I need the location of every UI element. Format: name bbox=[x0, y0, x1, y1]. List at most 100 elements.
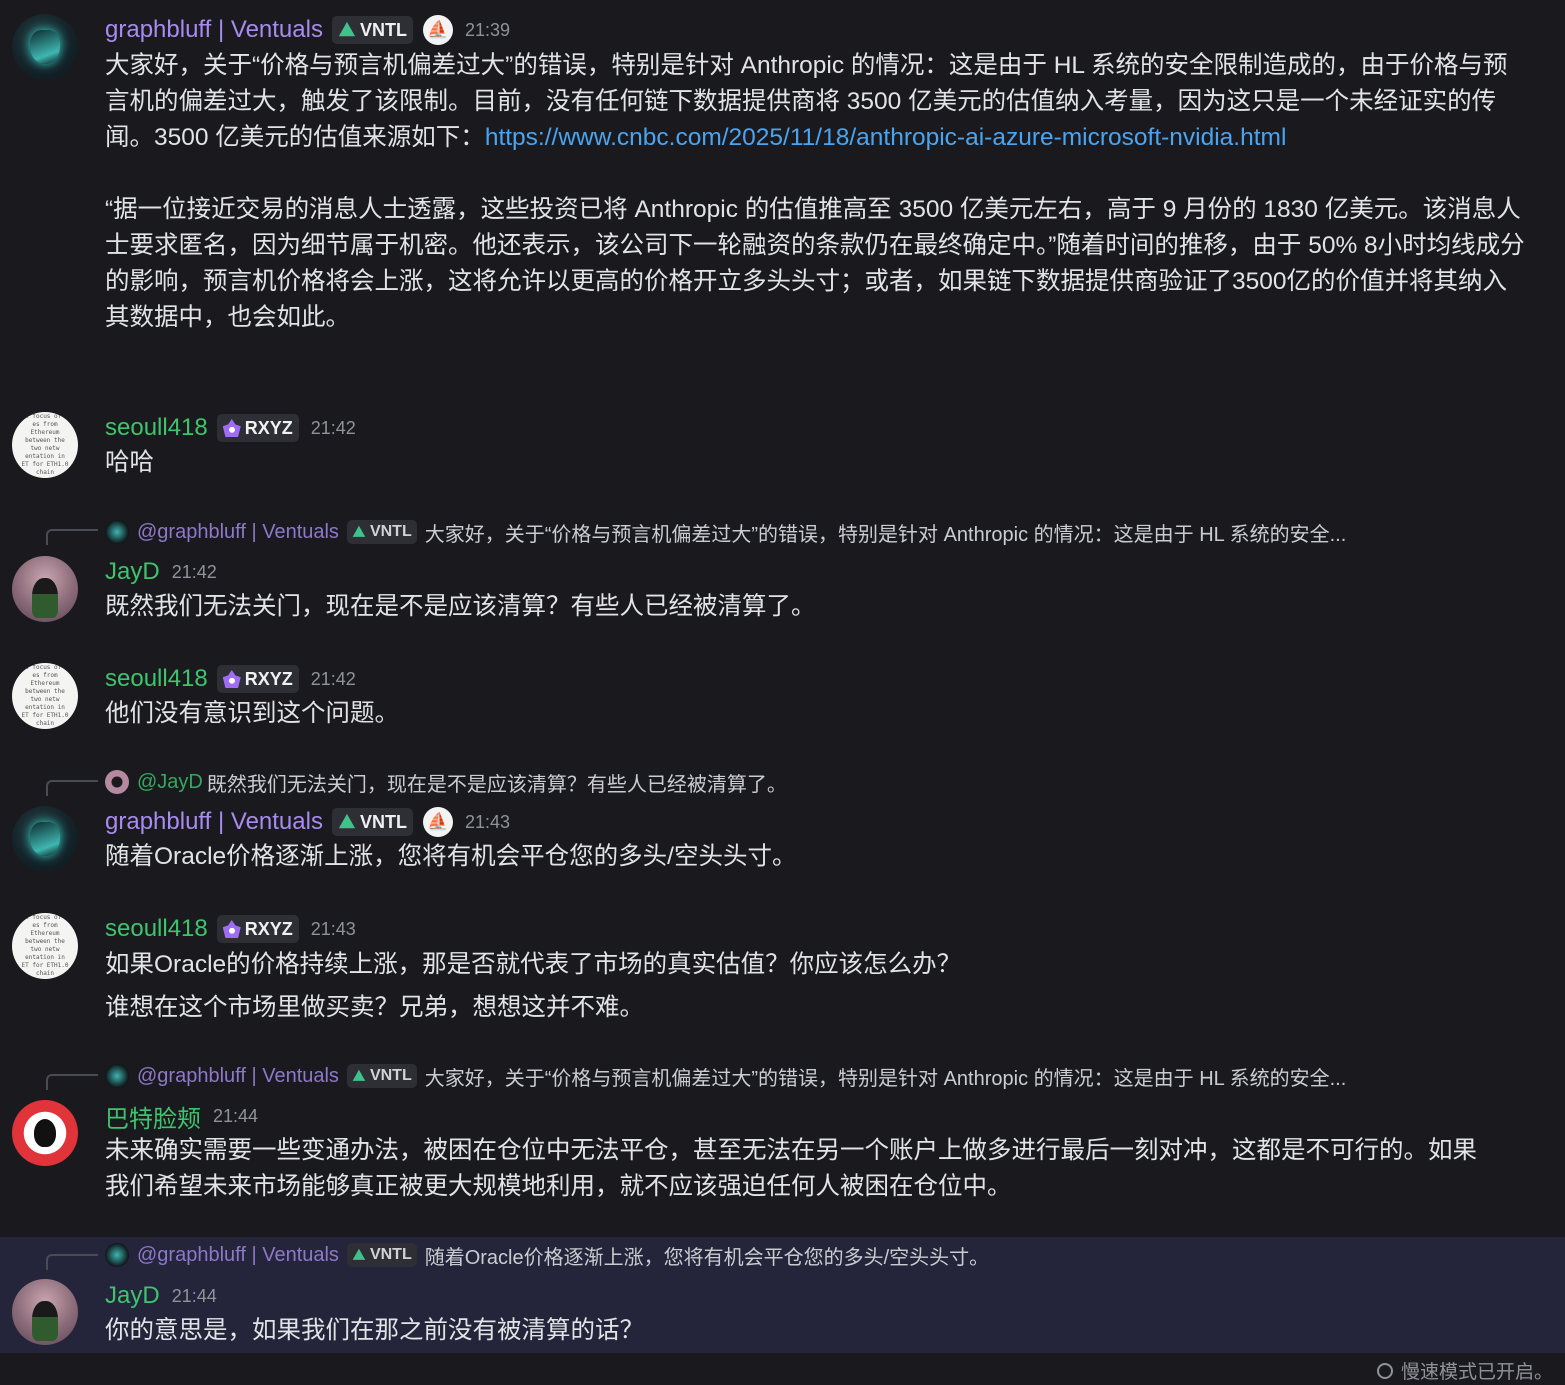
message-text: 如果Oracle的价格持续上涨，那是否就代表了市场的真实估值？你应该怎么办？ bbox=[105, 951, 962, 978]
message-header: 巴特脸颊 21:44 bbox=[105, 1098, 258, 1134]
timestamp: 21:42 bbox=[310, 417, 356, 438]
server-tag-label: VNTL bbox=[369, 1067, 412, 1084]
reply-avatar bbox=[105, 770, 129, 794]
message-header: graphbluff | Ventuals VNTL ⛵ 21:43 bbox=[105, 804, 510, 840]
avatar[interactable] bbox=[12, 556, 78, 622]
message-bate-1: @graphbluff | Ventuals VNTL 大家好，关于“价格与预言… bbox=[0, 1057, 1565, 1222]
server-tag-label: VNTL bbox=[359, 19, 407, 40]
message-seoull418-2: al focus of t es from Ethereum between t… bbox=[0, 651, 1565, 751]
server-tag[interactable]: VNTL bbox=[346, 1243, 417, 1267]
reply-connector bbox=[46, 780, 98, 796]
message-jayd-1: @graphbluff | Ventuals VNTL 大家好，关于“价格与预言… bbox=[0, 512, 1565, 642]
reply-text: 大家好，关于“价格与预言机偏差过大”的错误，特别是针对 Anthropic 的情… bbox=[424, 1067, 1347, 1090]
stopwatch-icon bbox=[1376, 1362, 1393, 1379]
username[interactable]: JayD bbox=[105, 1282, 160, 1310]
message-content: 你的意思是，如果我们在那之前没有被清算的话？ bbox=[105, 1317, 644, 1344]
username[interactable]: 巴特脸颊 bbox=[105, 1099, 201, 1134]
message-header: seoull418 RXYZ 21:42 bbox=[105, 410, 356, 446]
sailboat-icon: ⛵ bbox=[422, 15, 453, 45]
reply-preview[interactable]: @JayD 既然我们无法关门，现在是不是应该清算？有些人已经被清算了。 bbox=[105, 768, 1530, 796]
username[interactable]: graphbluff | Ventuals bbox=[105, 16, 323, 44]
slow-mode-indicator: 慢速模式已开启。 bbox=[1376, 1357, 1553, 1384]
message-header: seoull418 RXYZ 21:43 bbox=[105, 911, 356, 947]
avatar[interactable] bbox=[12, 1279, 78, 1345]
message-header: graphbluff | Ventuals VNTL ⛵ 21:39 bbox=[105, 12, 510, 48]
server-tag[interactable]: VNTL bbox=[331, 16, 413, 44]
timestamp: 21:43 bbox=[464, 811, 511, 832]
reply-username[interactable]: @graphbluff | Ventuals bbox=[137, 521, 339, 544]
avatar[interactable]: al focus of t es from Ethereum between t… bbox=[12, 412, 78, 478]
vntl-icon bbox=[338, 21, 356, 37]
server-tag[interactable]: VNTL bbox=[346, 520, 417, 544]
avatar[interactable] bbox=[12, 806, 78, 872]
message-graphbluff-1: graphbluff | Ventuals VNTL ⛵ 21:39 大家好，关… bbox=[0, 0, 1565, 390]
server-tag-label: RXYZ bbox=[244, 417, 293, 438]
timestamp: 21:43 bbox=[310, 918, 356, 939]
server-tag[interactable]: RXYZ bbox=[216, 665, 299, 693]
message-seoull418-1: al focus of t es from Ethereum between t… bbox=[0, 400, 1565, 500]
server-tag[interactable]: VNTL bbox=[346, 1064, 417, 1088]
chat-footer: 慢速模式已开启。 bbox=[0, 1353, 1565, 1385]
reply-text: 大家好，关于“价格与预言机偏差过大”的错误，特别是针对 Anthropic 的情… bbox=[424, 523, 1347, 546]
reply-text: 随着Oracle价格逐渐上涨，您将有机会平仓您的多头/空头头寸。 bbox=[424, 1246, 990, 1269]
message-header: JayD 21:42 bbox=[105, 554, 217, 590]
timestamp: 21:42 bbox=[310, 668, 356, 689]
server-tag[interactable]: RXYZ bbox=[216, 414, 299, 442]
reply-avatar bbox=[105, 1243, 129, 1267]
reply-connector bbox=[46, 1074, 98, 1090]
timestamp: 21:42 bbox=[171, 561, 217, 582]
avatar[interactable] bbox=[12, 1100, 78, 1166]
server-tag[interactable]: VNTL bbox=[331, 808, 413, 836]
avatar[interactable] bbox=[12, 14, 78, 80]
rxyz-icon bbox=[222, 419, 241, 437]
avatar[interactable]: al focus of t es from Ethereum between t… bbox=[12, 913, 78, 979]
reply-preview[interactable]: @graphbluff | Ventuals VNTL 随着Oracle价格逐渐… bbox=[105, 1241, 1530, 1269]
message-content: 随着Oracle价格逐渐上涨，您将有机会平仓您的多头/空头头寸。 bbox=[105, 843, 797, 870]
sailboat-icon: ⛵ bbox=[422, 807, 453, 837]
rxyz-icon bbox=[222, 670, 241, 688]
reply-connector bbox=[46, 1254, 98, 1270]
message-text-2: 谁想在这个市场里做买卖？兄弟，想想这并不难。 bbox=[105, 994, 644, 1021]
message-header: JayD 21:44 bbox=[105, 1278, 217, 1314]
server-tag-label: RXYZ bbox=[244, 668, 293, 689]
message-link[interactable]: https://www.cnbc.com/2025/11/18/anthropi… bbox=[485, 124, 1287, 151]
username[interactable]: seoull418 bbox=[105, 665, 208, 693]
username[interactable]: graphbluff | Ventuals bbox=[105, 808, 323, 836]
vntl-icon bbox=[352, 525, 366, 537]
reply-text: 既然我们无法关门，现在是不是应该清算？有些人已经被清算了。 bbox=[206, 773, 787, 796]
reply-username[interactable]: @graphbluff | Ventuals bbox=[137, 1065, 339, 1088]
message-graphbluff-2: @JayD 既然我们无法关门，现在是不是应该清算？有些人已经被清算了。 grap… bbox=[0, 763, 1565, 893]
server-tag-label: RXYZ bbox=[244, 918, 293, 939]
username[interactable]: seoull418 bbox=[105, 915, 208, 943]
username[interactable]: seoull418 bbox=[105, 414, 208, 442]
message-content: 既然我们无法关门，现在是不是应该清算？有些人已经被清算了。 bbox=[105, 593, 816, 620]
server-tag-label: VNTL bbox=[359, 811, 407, 832]
reply-avatar bbox=[105, 520, 129, 544]
reply-avatar bbox=[105, 1064, 129, 1088]
timestamp: 21:44 bbox=[213, 1105, 259, 1126]
reply-username[interactable]: @JayD bbox=[137, 771, 203, 794]
reply-username[interactable]: @graphbluff | Ventuals bbox=[137, 1244, 339, 1267]
reply-preview[interactable]: @graphbluff | Ventuals VNTL 大家好，关于“价格与预言… bbox=[105, 1062, 1530, 1090]
username[interactable]: JayD bbox=[105, 558, 160, 586]
message-text-2: “据一位接近交易的消息人士透露，这些投资已将 Anthropic 的估值推高至 … bbox=[105, 196, 1525, 331]
vntl-icon bbox=[338, 813, 356, 829]
avatar[interactable]: al focus of t es from Ethereum between t… bbox=[12, 663, 78, 729]
message-content: 如果Oracle的价格持续上涨，那是否就代表了市场的真实估值？你应该怎么办？ 谁… bbox=[105, 947, 1530, 1026]
message-seoull418-3: al focus of t es from Ethereum between t… bbox=[0, 901, 1565, 1041]
message-content: 大家好，关于“价格与预言机偏差过大”的错误，特别是针对 Anthropic 的情… bbox=[105, 48, 1530, 336]
reply-preview[interactable]: @graphbluff | Ventuals VNTL 大家好，关于“价格与预言… bbox=[105, 518, 1530, 546]
slow-mode-text: 慢速模式已开启。 bbox=[1400, 1362, 1553, 1383]
vntl-icon bbox=[352, 1069, 366, 1081]
message-jayd-2: @graphbluff | Ventuals VNTL 随着Oracle价格逐渐… bbox=[0, 1237, 1565, 1353]
server-tag[interactable]: RXYZ bbox=[216, 915, 299, 943]
rxyz-icon bbox=[222, 920, 241, 938]
message-header: seoull418 RXYZ 21:42 bbox=[105, 661, 356, 697]
message-content: 哈哈 bbox=[105, 449, 154, 476]
reply-connector bbox=[46, 529, 98, 545]
message-content: 他们没有意识到这个问题。 bbox=[105, 700, 399, 727]
timestamp: 21:44 bbox=[171, 1285, 217, 1306]
server-tag-label: VNTL bbox=[369, 1246, 412, 1263]
timestamp: 21:39 bbox=[464, 19, 511, 40]
message-content: 未来确实需要一些变通办法，被困在仓位中无法平仓，甚至无法在另一个账户上做多进行最… bbox=[105, 1137, 1477, 1200]
